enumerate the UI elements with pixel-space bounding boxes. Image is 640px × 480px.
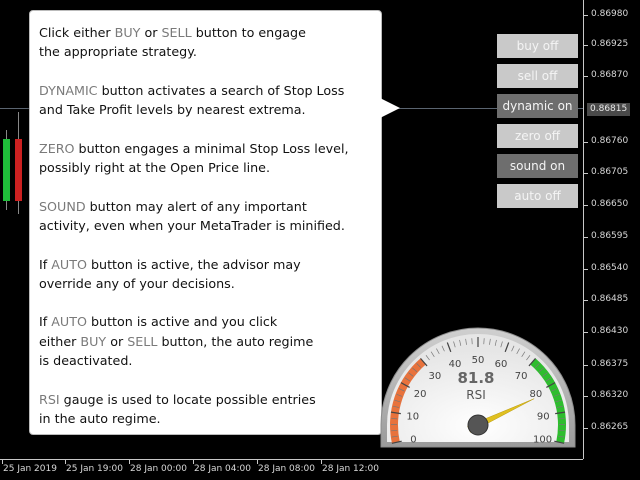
gauge-label: RSI xyxy=(466,388,486,402)
price-label: 0.86980 xyxy=(591,9,629,19)
rsi-gauge: 010203040 50 60708090100 81.8 RSI xyxy=(380,327,576,448)
price-label: 0.86375 xyxy=(591,359,629,369)
gauge-tick-label: 70 xyxy=(515,371,528,382)
gauge-tick-label: 20 xyxy=(414,389,427,400)
gauge-tick-label: 60 xyxy=(495,359,508,370)
current-price-badge: 0.86815 xyxy=(587,103,631,116)
keyword-dynamic: DYNAMIC xyxy=(39,82,98,98)
help-paragraph-dynamic: DYNAMIC button activates a search of Sto… xyxy=(39,82,345,118)
price-label: 0.86430 xyxy=(591,326,629,336)
help-tooltip: Click either BUY or SELL button to engag… xyxy=(29,10,382,435)
price-label: 0.86540 xyxy=(591,263,629,273)
auto-toggle-button[interactable]: auto off xyxy=(497,184,578,208)
help-paragraph-zero: ZERO button engages a minimal Stop Loss … xyxy=(39,140,349,176)
price-label: 0.86320 xyxy=(591,390,629,400)
help-paragraph-auto: If AUTO button is active, the advisor ma… xyxy=(39,256,301,291)
time-label: 25 Jan 19:00 xyxy=(66,464,123,474)
keyword-sell: SELL xyxy=(127,333,158,349)
keyword-sound: SOUND xyxy=(39,198,86,214)
help-paragraph-auto-deactivate: If AUTO button is active and you click e… xyxy=(39,314,314,369)
price-label: 0.86650 xyxy=(591,199,629,209)
gauge-tick-label: 80 xyxy=(529,389,542,400)
keyword-auto: AUTO xyxy=(51,256,87,272)
keyword-rsi: RSI xyxy=(39,391,60,407)
price-axis: 0.86980 0.86925 0.86870 0.86815 0.86760 … xyxy=(583,0,640,459)
time-label: 28 Jan 04:00 xyxy=(194,464,251,474)
zero-toggle-button[interactable]: zero off xyxy=(497,124,578,148)
sound-toggle-button[interactable]: sound on xyxy=(497,154,578,178)
gauge-tick-label: 90 xyxy=(537,411,550,422)
time-label: 28 Jan 08:00 xyxy=(258,464,315,474)
gauge-hub xyxy=(467,414,489,436)
price-label: 0.86760 xyxy=(591,136,629,146)
keyword-buy: BUY xyxy=(80,333,107,349)
help-paragraph-buy-sell: Click either BUY or SELL button to engag… xyxy=(39,25,306,60)
keyword-zero: ZERO xyxy=(39,140,75,156)
keyword-buy: BUY xyxy=(114,25,141,40)
gauge-tick-label: 50 xyxy=(472,355,485,366)
help-paragraph-sound: SOUND button may alert of any important … xyxy=(39,198,345,233)
keyword-sell: SELL xyxy=(161,25,192,40)
price-label: 0.86595 xyxy=(591,231,629,241)
price-label: 0.86705 xyxy=(591,167,629,177)
buy-toggle-button[interactable]: buy off xyxy=(497,34,578,58)
keyword-auto: AUTO xyxy=(51,314,87,330)
price-label: 0.86485 xyxy=(591,294,629,304)
time-label: 25 Jan 2019 xyxy=(3,464,57,474)
gauge-tick-label: 30 xyxy=(429,371,442,382)
help-paragraph-rsi: RSI gauge is used to locate possible ent… xyxy=(39,391,316,426)
dynamic-toggle-button[interactable]: dynamic on xyxy=(497,94,578,118)
gauge-tick-label: 10 xyxy=(406,411,419,422)
price-label: 0.86870 xyxy=(591,70,629,80)
tooltip-pointer xyxy=(380,98,400,118)
price-label: 0.86265 xyxy=(591,422,629,432)
time-label: 28 Jan 12:00 xyxy=(322,464,379,474)
gauge-value: 81.8 xyxy=(457,369,494,387)
candle-bull-body xyxy=(3,139,10,201)
sell-toggle-button[interactable]: sell off xyxy=(497,64,578,88)
candle-bear-body xyxy=(15,139,22,201)
gauge-tick-label: 100 xyxy=(533,435,552,446)
gauge-tick-label: 0 xyxy=(410,435,416,446)
time-label: 28 Jan 00:00 xyxy=(130,464,187,474)
price-label: 0.86925 xyxy=(591,39,629,49)
time-axis: 25 Jan 2019 25 Jan 19:00 28 Jan 00:00 28… xyxy=(0,459,583,480)
